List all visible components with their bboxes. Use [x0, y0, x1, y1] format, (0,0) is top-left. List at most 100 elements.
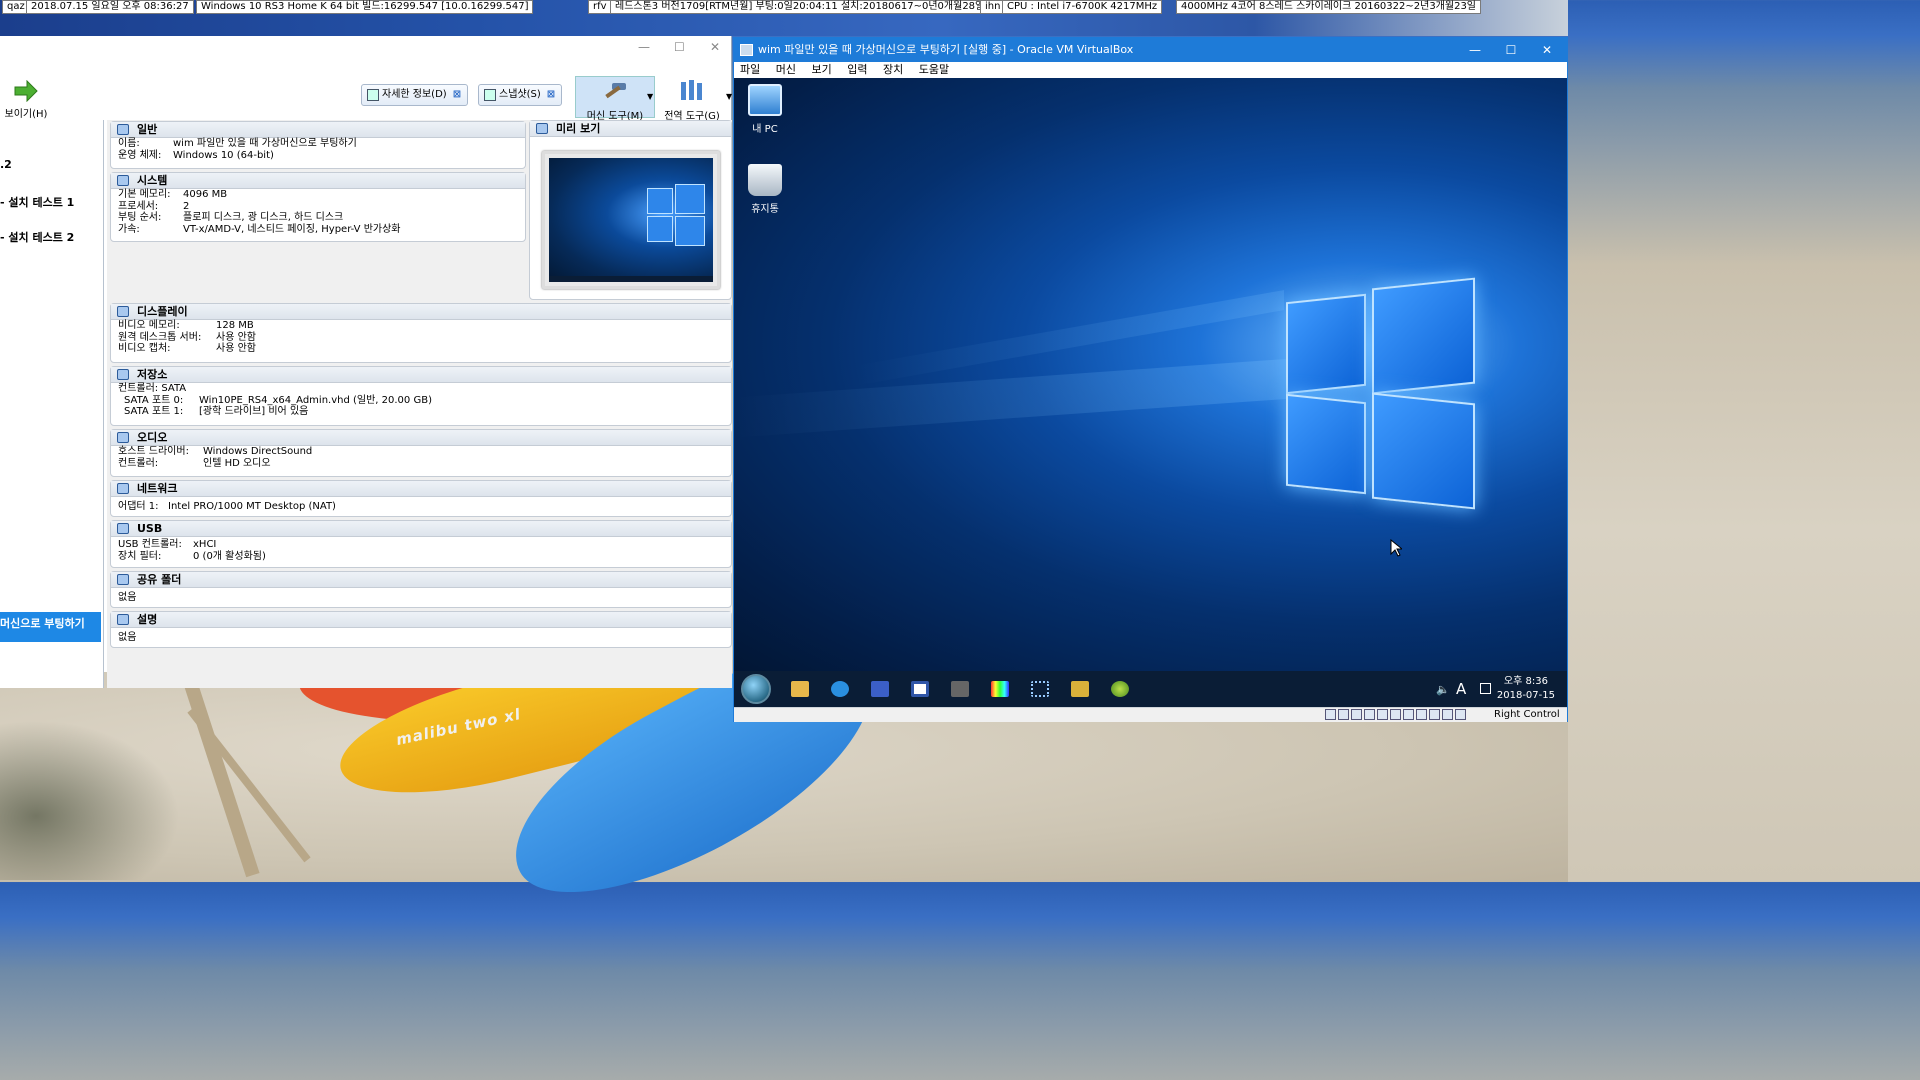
recycle-bin-icon — [748, 164, 782, 196]
menu-input[interactable]: 입력 — [841, 62, 873, 78]
keyboard-capture-icon[interactable] — [1455, 709, 1466, 720]
vm-menubar: 파일 머신 보기 입력 장치 도움말 — [734, 62, 1567, 78]
detail-row: 비디오 메모리: 128 MB — [118, 320, 254, 331]
cpu-icon[interactable] — [1429, 709, 1440, 720]
preview-taskbar — [549, 276, 713, 282]
section-header[interactable]: 공유 폴더 — [111, 572, 731, 588]
computer-icon — [748, 84, 782, 116]
snapshot-label: 스냅샷(S) — [499, 89, 541, 100]
network-icon[interactable] — [1364, 709, 1375, 720]
detail-row: SATA 포트 0: Win10PE_RS4_x64_Admin.vhd (일반,… — [124, 394, 432, 406]
desktop-icon-recycle-bin[interactable]: 휴지통 — [735, 164, 795, 215]
menu-file[interactable]: 파일 — [734, 62, 766, 78]
section-usb: USB USB 컨트롤러: xHCI 장치 필터: 0 (0개 활성화됨) — [110, 520, 732, 568]
start-button[interactable] — [741, 674, 771, 704]
color-app-icon[interactable] — [991, 681, 1009, 697]
menu-devices[interactable]: 장치 — [877, 62, 909, 78]
vm-window: wim 파일만 있을 때 가상머신으로 부팅하기 [실행 중] - Oracle… — [733, 37, 1568, 722]
utility-icon[interactable] — [951, 681, 969, 697]
section-system: 시스템 기본 메모리: 4096 MB 프로세서: 2 부팅 순서: 플로피 디스크,… — [110, 172, 526, 242]
preview-logo-pane — [675, 216, 705, 246]
section-header[interactable]: 저장소 — [111, 367, 731, 383]
maximize-button[interactable]: ☐ — [674, 40, 685, 54]
menu-view[interactable]: 보기 — [806, 62, 838, 78]
display-icon[interactable] — [1403, 709, 1414, 720]
detail-row: 비디오 캡처: 사용 안함 — [118, 343, 256, 354]
windows-logo-pane — [1372, 392, 1475, 510]
status-box-cpu-info: 4000MHz 4코어 8스레드 스카이레이크 20160322~2년3개월23… — [1176, 0, 1482, 14]
internet-explorer-icon[interactable] — [831, 681, 849, 697]
pin-icon: ⊠ — [452, 89, 462, 100]
windows-logo-pane — [1286, 393, 1366, 495]
host-key-label[interactable]: Right Control — [1494, 708, 1560, 722]
global-tools-button[interactable]: 전역 도구(G) — [652, 76, 732, 122]
capture-icon[interactable] — [1416, 709, 1427, 720]
green-app-icon[interactable] — [1111, 681, 1129, 697]
volume-icon[interactable]: 🔈 — [1436, 683, 1450, 696]
show-label: 보이기(H) — [4, 109, 48, 120]
detail-row: 없음 — [118, 592, 137, 603]
close-button[interactable]: ✕ — [710, 40, 720, 54]
virtualbox-icon — [740, 44, 753, 56]
section-header[interactable]: USB — [111, 521, 731, 537]
section-shared-folders: 공유 폴더 없음 — [110, 571, 732, 608]
section-header[interactable]: 설명 — [111, 612, 731, 628]
vm-maximize-button[interactable]: ☐ — [1493, 38, 1529, 62]
clock[interactable]: 오후 8:36 2018-07-15 — [1497, 675, 1555, 703]
details-button[interactable]: 자세한 정보(D) ⊠ — [361, 84, 469, 106]
snapshot-button[interactable]: 스냅샷(S) ⊠ — [478, 84, 563, 106]
save-disk-icon[interactable] — [871, 681, 889, 697]
usb-icon — [117, 523, 129, 534]
vm-list-item[interactable]: .2 — [0, 158, 12, 171]
status-box-os: Windows 10 RS3 Home K 64 bit 빌드:16299.54… — [196, 0, 534, 14]
show-button[interactable]: 보이기(H) — [2, 79, 50, 120]
audio-icon[interactable] — [1351, 709, 1362, 720]
usb-icon[interactable] — [1377, 709, 1388, 720]
section-header[interactable]: 일반 — [111, 122, 525, 138]
vm-list-item-selected[interactable]: 머신으로 부팅하기 — [0, 612, 101, 642]
detail-row: 운영 체제: Windows 10 (64-bit) — [118, 149, 274, 161]
detail-row: 컨트롤러: SATA — [118, 383, 187, 394]
file-explorer-icon[interactable] — [791, 681, 809, 697]
menu-machine[interactable]: 머신 — [770, 62, 802, 78]
ime-indicator[interactable]: A — [1456, 680, 1466, 698]
vm-statusbar: Right Control — [734, 707, 1567, 722]
chevron-down-icon[interactable]: ▼ — [726, 92, 732, 101]
keyboard-icon[interactable] — [1480, 683, 1491, 694]
r-app-icon[interactable] — [1071, 681, 1089, 697]
status-box-cpu: CPU : Intel i7-6700K 4217MHz — [1002, 0, 1163, 14]
virtualbox-manager-window: — ☐ ✕ 보이기(H) 자세한 정보(D) ⊠ 스냅샷(S) ⊠ 머신 도구(M)… — [0, 36, 732, 688]
section-header[interactable]: 오디오 — [111, 430, 731, 446]
vm-minimize-button[interactable]: — — [1457, 38, 1493, 62]
section-header[interactable]: 디스플레이 — [111, 304, 731, 320]
section-header[interactable]: 네트워크 — [111, 481, 731, 497]
partition-tool-icon[interactable] — [911, 681, 929, 697]
network-icon — [117, 483, 129, 494]
minimize-button[interactable]: — — [638, 40, 650, 54]
mouse-cursor-icon — [1390, 539, 1402, 557]
guest-desktop[interactable]: 내 PC 휴지통 — [734, 78, 1567, 671]
vm-list-item[interactable]: - 설치 테스트 2 — [0, 229, 74, 245]
snapshot-icon — [484, 89, 496, 101]
optical-icon[interactable] — [1338, 709, 1349, 720]
details-pane: 일반 이름: wim 파일만 있을 때 가상머신으로 부팅하기 운영 체제: Win… — [107, 120, 732, 688]
detail-row: 프로세서: 2 — [118, 200, 190, 212]
vm-close-button[interactable]: ✕ — [1529, 38, 1565, 62]
light-beam — [734, 358, 1294, 438]
detail-row: 가속: VT-x/AMD-V, 네스티드 페이징, Hyper-V 반가상화 — [118, 223, 401, 235]
shared-folder-icon[interactable] — [1390, 709, 1401, 720]
grid-app-icon[interactable] — [1031, 681, 1049, 697]
section-header[interactable]: 미리 보기 — [530, 121, 731, 137]
hdd-icon[interactable] — [1325, 709, 1336, 720]
section-header[interactable]: 시스템 — [111, 173, 525, 189]
guest-taskbar: 🔈 A 오후 8:36 2018-07-15 — [734, 671, 1567, 707]
detail-row: 기본 메모리: 4096 MB — [118, 189, 228, 200]
status-box-2: rfv — [588, 0, 612, 14]
menu-help[interactable]: 도움말 — [913, 62, 955, 78]
preview-logo-pane — [647, 216, 673, 242]
machine-tools-button[interactable]: 머신 도구(M) — [575, 76, 655, 122]
vm-list-item[interactable]: - 설치 테스트 1 — [0, 194, 74, 210]
mouse-integration-icon[interactable] — [1442, 709, 1453, 720]
vm-status-icons — [1324, 708, 1467, 723]
desktop-icon-this-pc[interactable]: 내 PC — [735, 84, 795, 135]
